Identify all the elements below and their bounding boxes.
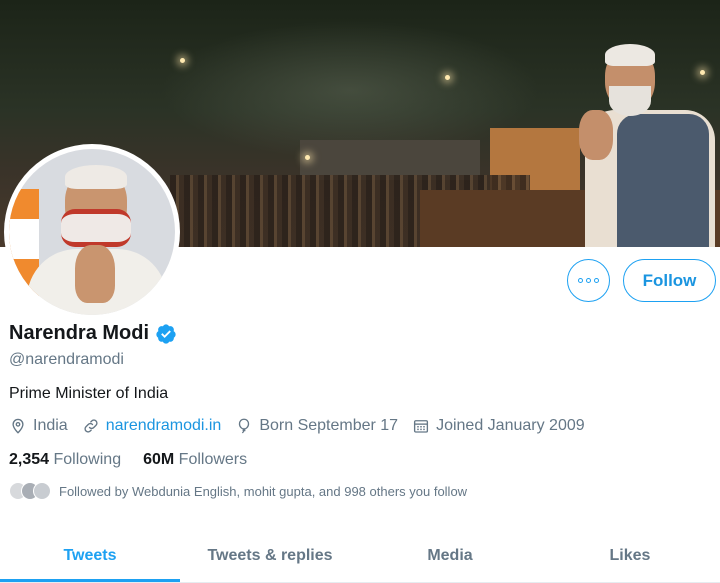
followers-count: 60M bbox=[143, 451, 175, 468]
profile-meta: India narendramodi.in Born September 17 … bbox=[9, 417, 599, 435]
profile-handle: @narendramodi bbox=[9, 351, 124, 368]
follower-avatars bbox=[9, 482, 51, 500]
tab-media[interactable]: Media bbox=[360, 529, 540, 582]
banner-building bbox=[300, 140, 480, 180]
meta-born: Born September 17 bbox=[235, 417, 398, 435]
location-pin-icon bbox=[12, 418, 24, 434]
more-icon bbox=[578, 278, 599, 283]
profile-stats: 2,354 Following 60M Followers bbox=[9, 451, 247, 469]
profile-name-row: Narendra Modi bbox=[9, 322, 177, 345]
avatar-image bbox=[9, 149, 175, 315]
meta-location: India bbox=[9, 417, 68, 435]
meta-joined-text: Joined January 2009 bbox=[436, 417, 585, 434]
followers-you-know[interactable]: Followed by Webdunia English, mohit gupt… bbox=[9, 482, 467, 500]
following-count: 2,354 bbox=[9, 451, 50, 468]
meta-location-text: India bbox=[33, 417, 68, 434]
banner-light bbox=[305, 155, 310, 160]
avatar bbox=[33, 482, 51, 500]
banner-light bbox=[180, 58, 185, 63]
tab-likes[interactable]: Likes bbox=[540, 529, 720, 582]
verified-badge-icon bbox=[156, 323, 176, 344]
meta-born-text: Born September 17 bbox=[259, 417, 399, 434]
following-label: Following bbox=[53, 451, 122, 468]
profile-name: Narendra Modi bbox=[9, 322, 150, 344]
followers-stat[interactable]: 60M Followers bbox=[143, 451, 247, 469]
following-stat[interactable]: 2,354 Following bbox=[9, 451, 121, 469]
banner-light bbox=[445, 75, 450, 80]
balloon-icon bbox=[239, 418, 250, 434]
link-icon bbox=[84, 419, 98, 433]
followed-by-text: Followed by Webdunia English, mohit gupt… bbox=[59, 483, 468, 499]
meta-website[interactable]: narendramodi.in bbox=[82, 417, 222, 435]
banner-person bbox=[575, 40, 715, 247]
profile-bio: Prime Minister of India bbox=[9, 385, 169, 402]
meta-joined: Joined January 2009 bbox=[412, 417, 585, 435]
profile-avatar[interactable] bbox=[4, 144, 180, 320]
profile-tabs: Tweets Tweets & replies Media Likes bbox=[0, 529, 720, 583]
follow-button[interactable]: Follow bbox=[623, 259, 716, 302]
more-options-button[interactable] bbox=[567, 259, 610, 302]
tab-tweets[interactable]: Tweets bbox=[0, 529, 180, 582]
calendar-icon bbox=[414, 420, 429, 433]
followers-label: Followers bbox=[178, 451, 248, 468]
banner-sky bbox=[160, 20, 540, 160]
website-link[interactable]: narendramodi.in bbox=[106, 417, 222, 435]
tab-tweets-replies[interactable]: Tweets & replies bbox=[180, 529, 360, 582]
